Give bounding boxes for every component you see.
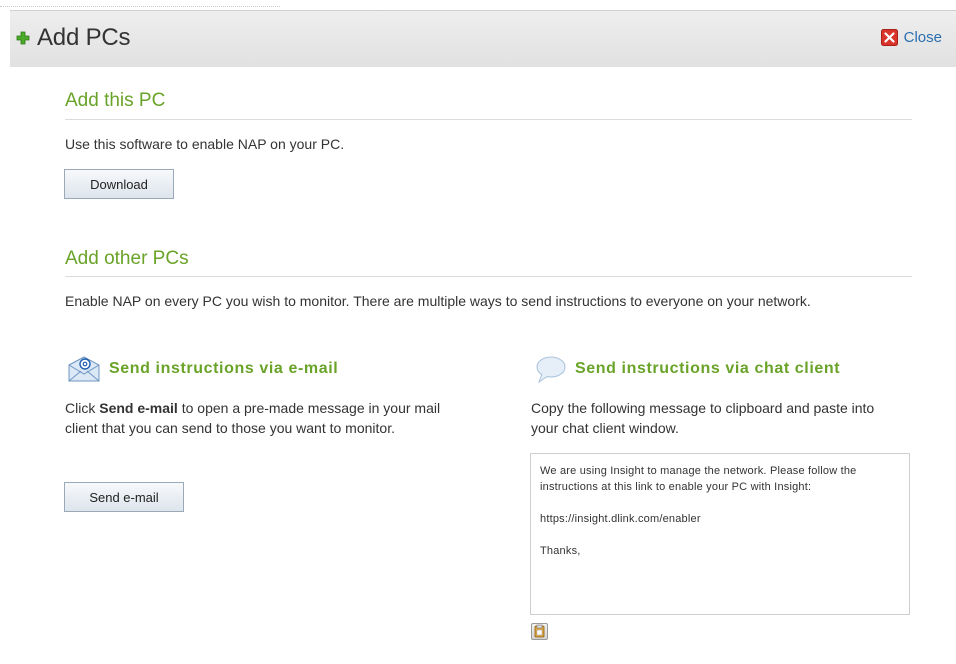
chat-message-thanks: Thanks,: [540, 545, 581, 557]
chat-message-box[interactable]: We are using Insight to manage the netwo…: [530, 453, 910, 615]
download-button[interactable]: Download: [64, 169, 174, 199]
plus-icon: [16, 31, 30, 45]
copy-to-clipboard-button[interactable]: [531, 623, 548, 640]
email-description: Click Send e-mail to open a pre-made mes…: [65, 398, 455, 438]
section-title-add-other-pcs: Add other PCs: [65, 248, 189, 269]
section-divider: [65, 119, 912, 120]
email-heading-title: Send instructions via e-mail: [109, 360, 339, 377]
section-divider: [65, 276, 912, 277]
email-desc-bold: Send e-mail: [99, 400, 178, 416]
email-desc-prefix: Click: [65, 400, 100, 416]
chat-heading-title: Send instructions via chat client: [575, 360, 841, 377]
chat-message-link: https://insight.dlink.com/enabler: [540, 513, 701, 525]
email-envelope-icon: [68, 356, 100, 382]
send-email-button[interactable]: Send e-mail: [64, 482, 184, 512]
dialog-title: Add PCs: [37, 24, 131, 51]
chat-message-line1: We are using Insight to manage the netwo…: [540, 465, 857, 493]
close-icon: [880, 29, 898, 46]
chat-bubble-icon: [536, 356, 566, 383]
section-title-add-this-pc: Add this PC: [65, 90, 166, 111]
close-label[interactable]: Close: [904, 29, 942, 46]
email-heading: Send instructions via e-mail: [67, 355, 338, 383]
top-divider: [0, 0, 956, 8]
chat-heading: Send instructions via chat client: [535, 355, 840, 383]
clipboard-icon: [534, 624, 545, 638]
dialog-header: Add PCs Close: [10, 10, 956, 67]
add-other-pcs-description: Enable NAP on every PC you wish to monit…: [65, 293, 811, 309]
chat-description: Copy the following message to clipboard …: [531, 400, 875, 436]
add-this-pc-description: Use this software to enable NAP on your …: [65, 136, 345, 152]
close-button[interactable]: Close: [880, 29, 942, 46]
